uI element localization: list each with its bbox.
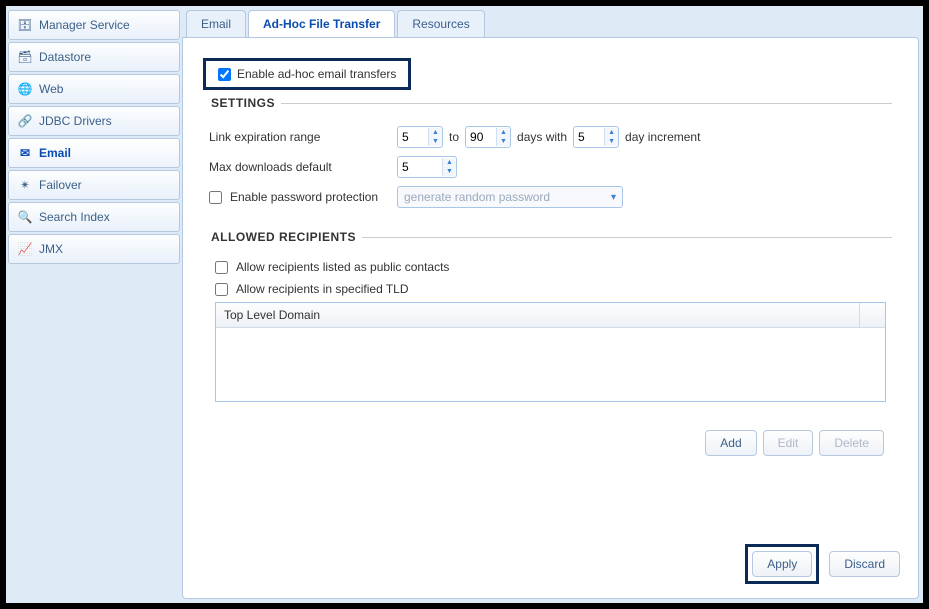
link-expiration-label: Link expiration range: [209, 130, 397, 144]
database-icon: 🗃: [17, 49, 33, 65]
add-button[interactable]: Add: [705, 430, 756, 456]
sidebar-item-label: Manager Service: [39, 18, 130, 32]
max-downloads-spinner[interactable]: ▲▼: [397, 156, 457, 178]
allow-public-label: Allow recipients listed as public contac…: [236, 260, 449, 274]
chevron-down-icon[interactable]: ▼: [443, 167, 456, 176]
days-with-text: days with: [511, 130, 573, 144]
tab-resources[interactable]: Resources: [397, 10, 484, 37]
settings-legend: SETTINGS: [209, 96, 281, 110]
globe-icon: 🌐: [17, 81, 33, 97]
chevron-down-icon[interactable]: ▼: [605, 137, 618, 146]
password-mode-value: generate random password: [404, 190, 550, 204]
tab-adhoc-file-transfer[interactable]: Ad-Hoc File Transfer: [248, 10, 395, 37]
sidebar-item-label: Datastore: [39, 50, 91, 64]
sidebar-item-email[interactable]: ✉ Email: [8, 138, 180, 168]
tld-grid: Top Level Domain: [215, 302, 886, 402]
chevron-down-icon: ▾: [611, 192, 616, 203]
max-downloads-label: Max downloads default: [209, 160, 397, 174]
allow-public-checkbox[interactable]: [215, 261, 228, 274]
delete-button[interactable]: Delete: [819, 430, 884, 456]
apply-highlight: Apply: [745, 544, 819, 584]
password-mode-combo[interactable]: generate random password ▾: [397, 186, 623, 208]
enable-password-checkbox[interactable]: [209, 191, 222, 204]
to-text: to: [443, 130, 465, 144]
chart-icon: 📈: [17, 241, 33, 257]
grid-column-tld[interactable]: Top Level Domain: [224, 308, 859, 322]
sidebar-item-label: Search Index: [39, 210, 110, 224]
enable-transfers-label: Enable ad-hoc email transfers: [237, 67, 396, 81]
grid-column-spacer: [859, 303, 877, 327]
day-increment-text: day increment: [619, 130, 706, 144]
sidebar-item-label: JDBC Drivers: [39, 114, 112, 128]
content-panel: Enable ad-hoc email transfers SETTINGS L…: [182, 37, 919, 599]
link-icon: 🔗: [17, 113, 33, 129]
envelope-icon: ✉: [17, 145, 33, 161]
sidebar-item-search-index[interactable]: 🔍 Search Index: [8, 202, 180, 232]
tabs: Email Ad-Hoc File Transfer Resources: [182, 6, 923, 37]
sidebar-item-label: Web: [39, 82, 63, 96]
sidebar-item-failover[interactable]: ✴ Failover: [8, 170, 180, 200]
chevron-up-icon[interactable]: ▲: [443, 158, 456, 167]
link-exp-incr-input[interactable]: [574, 128, 604, 146]
sidebar-item-jdbc[interactable]: 🔗 JDBC Drivers: [8, 106, 180, 136]
allow-tld-checkbox[interactable]: [215, 283, 228, 296]
chevron-down-icon[interactable]: ▼: [497, 137, 510, 146]
server-icon: 🗄: [17, 17, 33, 33]
link-exp-to-spinner[interactable]: ▲▼: [465, 126, 511, 148]
sidebar-item-label: JMX: [39, 242, 63, 256]
link-exp-incr-spinner[interactable]: ▲▼: [573, 126, 619, 148]
link-exp-from-input[interactable]: [398, 128, 428, 146]
link-exp-from-spinner[interactable]: ▲▼: [397, 126, 443, 148]
sidebar-item-label: Failover: [39, 178, 82, 192]
chevron-up-icon[interactable]: ▲: [497, 128, 510, 137]
chevron-down-icon[interactable]: ▼: [429, 137, 442, 146]
chevron-up-icon[interactable]: ▲: [605, 128, 618, 137]
failover-icon: ✴: [17, 177, 33, 193]
max-downloads-input[interactable]: [398, 158, 442, 176]
sidebar-item-datastore[interactable]: 🗃 Datastore: [8, 42, 180, 72]
enable-password-label: Enable password protection: [230, 190, 378, 204]
sidebar-item-label: Email: [39, 146, 71, 160]
tab-email[interactable]: Email: [186, 10, 246, 37]
allow-tld-label: Allow recipients in specified TLD: [236, 282, 409, 296]
sidebar: 🗄 Manager Service 🗃 Datastore 🌐 Web 🔗 JD…: [6, 6, 182, 603]
chevron-up-icon[interactable]: ▲: [429, 128, 442, 137]
apply-button[interactable]: Apply: [752, 551, 812, 577]
discard-button[interactable]: Discard: [829, 551, 900, 577]
allowed-legend: ALLOWED RECIPIENTS: [209, 230, 362, 244]
link-exp-to-input[interactable]: [466, 128, 496, 146]
enable-transfers-highlight: Enable ad-hoc email transfers: [203, 58, 411, 90]
search-icon: 🔍: [17, 209, 33, 225]
grid-body[interactable]: [216, 328, 885, 401]
sidebar-item-manager-service[interactable]: 🗄 Manager Service: [8, 10, 180, 40]
sidebar-item-jmx[interactable]: 📈 JMX: [8, 234, 180, 264]
sidebar-item-web[interactable]: 🌐 Web: [8, 74, 180, 104]
enable-transfers-checkbox[interactable]: [218, 68, 231, 81]
edit-button[interactable]: Edit: [763, 430, 814, 456]
